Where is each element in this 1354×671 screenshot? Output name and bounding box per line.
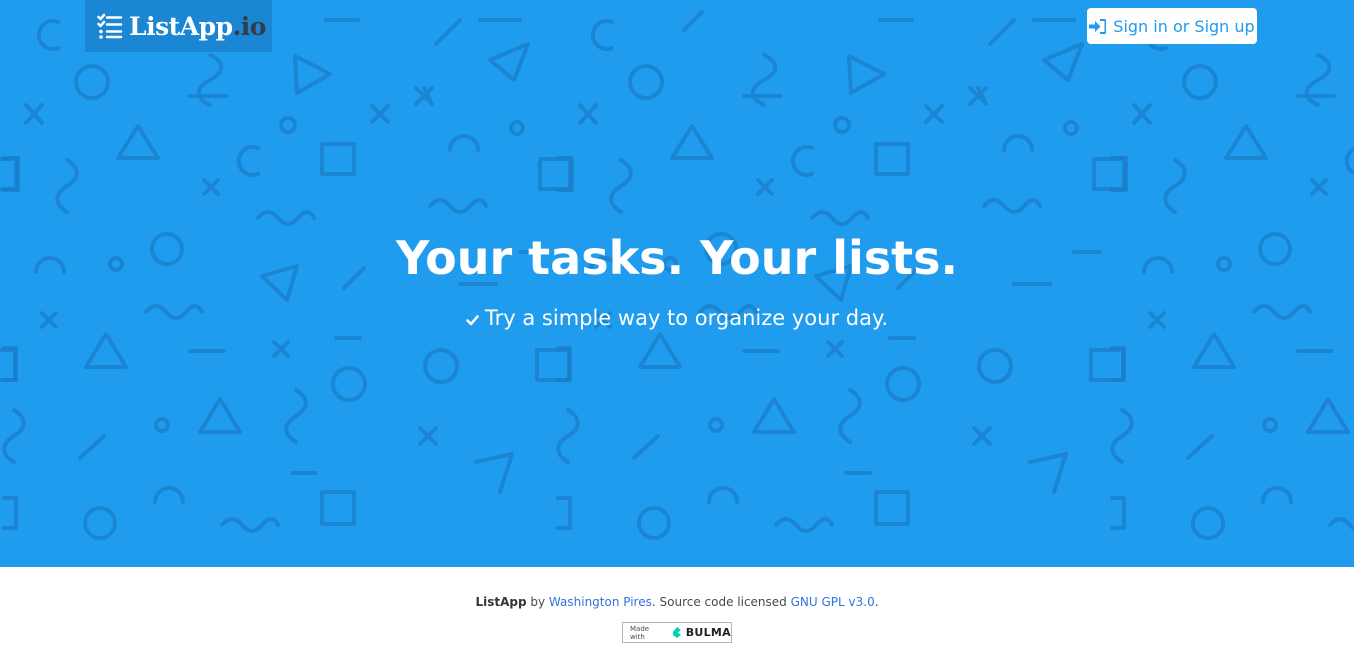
badge-made-with: Made with xyxy=(630,624,650,641)
logo-tld: .io xyxy=(232,11,267,41)
sign-in-label: Sign in or Sign up xyxy=(1113,16,1255,36)
hero-title: Your tasks. Your lists. xyxy=(396,231,958,285)
logo[interactable]: ListApp .io xyxy=(85,0,272,52)
sign-in-icon xyxy=(1089,18,1107,34)
sign-in-button[interactable]: Sign in or Sign up xyxy=(1087,8,1257,44)
footer-credits: ListApp by Washington Pires. Source code… xyxy=(0,593,1354,611)
hero-section: ListApp .io Sign in or Sign up Your tasks… xyxy=(0,0,1354,567)
hero-subtitle: Try a simple way to organize your day. xyxy=(0,303,1354,333)
bulma-logo-icon xyxy=(672,627,681,638)
footer-end-punct: . xyxy=(874,595,879,609)
list-icon xyxy=(97,13,123,39)
footer-app-name: ListApp xyxy=(475,595,527,609)
footer-by: by xyxy=(530,595,546,609)
hero-subtitle-text: Try a simple way to organize your day. xyxy=(484,306,889,330)
footer-license-text: . Source code licensed xyxy=(651,595,787,609)
badge-bulma: BULMA xyxy=(685,626,731,639)
made-with-bulma-badge[interactable]: Made with BULMA xyxy=(622,622,732,643)
author-link[interactable]: Washington Pires xyxy=(549,595,652,609)
check-icon xyxy=(466,315,479,326)
license-link[interactable]: GNU GPL v3.0 xyxy=(791,595,875,609)
logo-name: ListApp xyxy=(129,11,233,41)
